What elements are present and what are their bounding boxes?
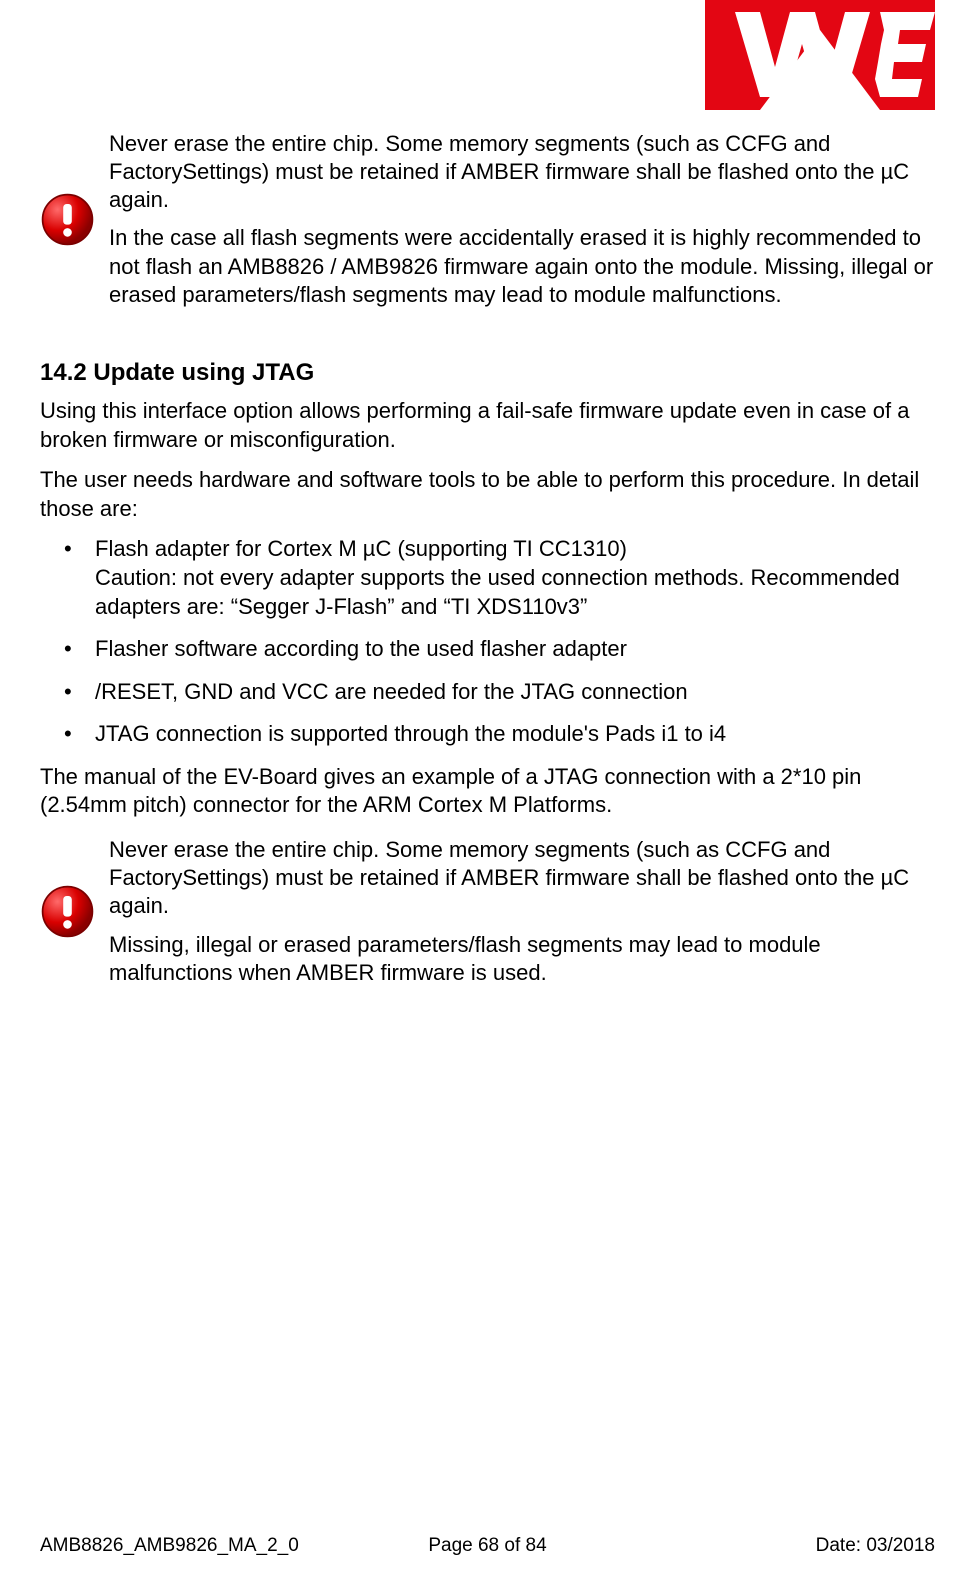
- list-item: Flasher software according to the used f…: [40, 635, 935, 664]
- intro-2: The user needs hardware and software too…: [40, 466, 935, 523]
- intro-1: Using this interface option allows perfo…: [40, 397, 935, 454]
- warning-text-1: Never erase the entire chip. Some memory…: [109, 130, 935, 309]
- bullet-text: JTAG connection is supported through the…: [95, 721, 726, 746]
- bullet-text: /RESET, GND and VCC are needed for the J…: [95, 679, 688, 704]
- footer-date: Date: 03/2018: [816, 1535, 935, 1557]
- warning-text-2: Never erase the entire chip. Some memory…: [109, 836, 935, 987]
- warning2-p2: Missing, illegal or erased parameters/fl…: [109, 931, 935, 987]
- page-footer: AMB8826_AMB9826_MA_2_0 Page 68 of 84 Dat…: [40, 1535, 935, 1557]
- warning-icon: [40, 192, 95, 247]
- bullet-text: Flasher software according to the used f…: [95, 636, 627, 661]
- warning-icon: [40, 884, 95, 939]
- list-item: /RESET, GND and VCC are needed for the J…: [40, 678, 935, 707]
- warning-block-1: Never erase the entire chip. Some memory…: [40, 130, 935, 309]
- warning2-p1: Never erase the entire chip. Some memory…: [109, 836, 935, 920]
- list-item: JTAG connection is supported through the…: [40, 720, 935, 749]
- bullet-list: Flash adapter for Cortex M µC (supportin…: [40, 535, 935, 749]
- page: Never erase the entire chip. Some memory…: [0, 0, 975, 1581]
- bullet-text: Flash adapter for Cortex M µC (supportin…: [95, 536, 900, 618]
- list-item: Flash adapter for Cortex M µC (supportin…: [40, 535, 935, 621]
- section-heading: 14.2 Update using JTAG: [40, 359, 935, 387]
- warning-block-2: Never erase the entire chip. Some memory…: [40, 836, 935, 987]
- we-logo: [705, 0, 935, 110]
- after-list: The manual of the EV-Board gives an exam…: [40, 763, 935, 820]
- footer-page-number: Page 68 of 84: [428, 1535, 546, 1557]
- page-content: Never erase the entire chip. Some memory…: [40, 0, 935, 987]
- warning1-p2: In the case all flash segments were acci…: [109, 224, 935, 308]
- warning1-p1: Never erase the entire chip. Some memory…: [109, 130, 935, 214]
- footer-doc-id: AMB8826_AMB9826_MA_2_0: [40, 1535, 299, 1557]
